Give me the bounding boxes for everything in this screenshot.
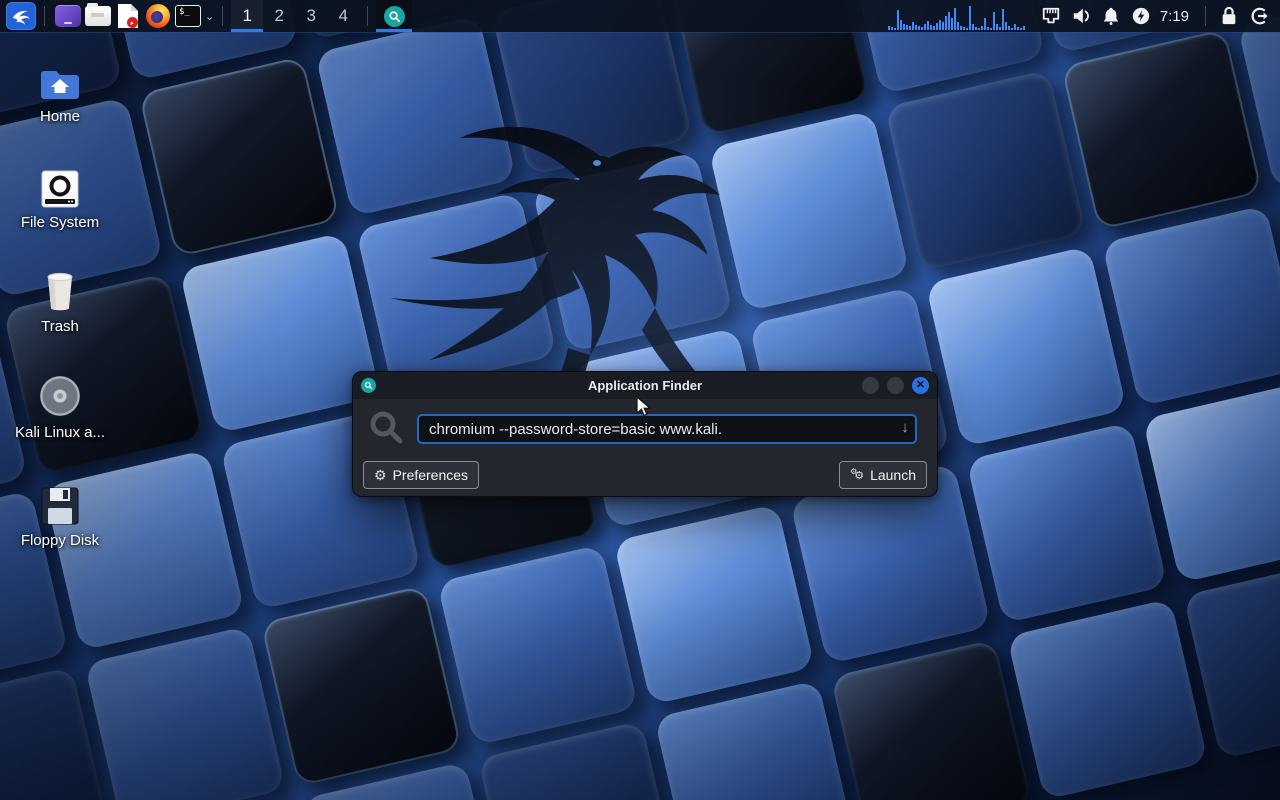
drive-icon: [8, 162, 112, 208]
volume-icon[interactable]: [1066, 2, 1096, 30]
logout-icon[interactable]: [1244, 2, 1274, 30]
network-icon[interactable]: [1036, 2, 1066, 30]
desktop-icon-home[interactable]: Home: [8, 56, 112, 125]
desktop-icon-label: Trash: [8, 318, 112, 335]
launcher-text-editor[interactable]: [113, 2, 143, 30]
workspace-3[interactable]: 3: [295, 0, 327, 32]
desktop-icon-label: File System: [8, 214, 112, 231]
launch-label: Launch: [870, 467, 916, 483]
folder-icon: [85, 6, 111, 26]
panel-separator: [367, 6, 368, 26]
clock: 7:19: [1160, 8, 1189, 25]
desktop-icon-trash[interactable]: Trash: [8, 266, 112, 335]
dropdown-arrow-icon[interactable]: ↓: [897, 419, 913, 436]
maximize-button[interactable]: [887, 377, 904, 394]
application-finder-dialog: Application Finder ✕ ↓ ⚙ Preferences ⚙⚙ …: [352, 371, 938, 497]
mouse-cursor: [636, 396, 652, 418]
kali-dragon-icon: [10, 6, 32, 26]
dialog-title: Application Finder: [353, 378, 937, 393]
firefox-icon: [146, 4, 170, 28]
top-panel: $_ ⌄ 1 2 3 4: [0, 0, 1280, 32]
trash-icon: [8, 266, 112, 312]
floppy-icon: [8, 480, 112, 526]
chevron-down-icon[interactable]: ⌄: [205, 10, 214, 23]
search-icon: [368, 409, 406, 447]
kali-menu-button[interactable]: [6, 2, 36, 30]
document-edit-icon: [117, 3, 139, 29]
launcher-terminal[interactable]: $_: [173, 2, 203, 30]
dialog-titlebar[interactable]: Application Finder ✕: [353, 372, 937, 399]
launcher-window-app[interactable]: [53, 2, 83, 30]
lock-icon[interactable]: [1214, 2, 1244, 30]
desktop-icon-label: Home: [8, 108, 112, 125]
close-button[interactable]: ✕: [912, 377, 929, 394]
workspace-4[interactable]: 4: [327, 0, 359, 32]
desktop-icon-floppy-disk[interactable]: Floppy Disk: [8, 480, 112, 549]
panel-separator: [44, 6, 45, 26]
desktop-icon-kali-linux[interactable]: Kali Linux a...: [8, 372, 112, 441]
power-icon[interactable]: [1126, 2, 1156, 30]
home-folder-icon: [8, 56, 112, 102]
desktop-icon-label: Kali Linux a...: [8, 424, 112, 441]
launcher-firefox[interactable]: [143, 2, 173, 30]
preferences-button[interactable]: ⚙ Preferences: [363, 461, 479, 489]
minimize-button[interactable]: [862, 377, 879, 394]
desktop-icon-file-system[interactable]: File System: [8, 162, 112, 231]
app-finder-icon: [384, 6, 405, 27]
panel-separator: [1205, 6, 1206, 26]
preferences-label: Preferences: [393, 467, 468, 483]
launch-gears-icon: ⚙⚙: [850, 468, 864, 482]
app-finder-button[interactable]: [376, 0, 412, 32]
disc-icon: [8, 372, 112, 418]
workspace-1[interactable]: 1: [231, 0, 263, 32]
notifications-icon[interactable]: [1096, 2, 1126, 30]
desktop-screen: $_ ⌄ 1 2 3 4: [0, 0, 1280, 800]
workspace-2[interactable]: 2: [263, 0, 295, 32]
purple-window-icon: [55, 5, 81, 27]
panel-separator: [222, 6, 223, 26]
gear-icon: ⚙: [374, 468, 387, 482]
launcher-file-manager[interactable]: [83, 2, 113, 30]
command-input[interactable]: [417, 414, 917, 444]
terminal-icon: $_: [175, 5, 201, 27]
launch-button[interactable]: ⚙⚙ Launch: [839, 461, 927, 489]
cpu-graph[interactable]: [888, 2, 1026, 30]
desktop-icon-label: Floppy Disk: [8, 532, 112, 549]
